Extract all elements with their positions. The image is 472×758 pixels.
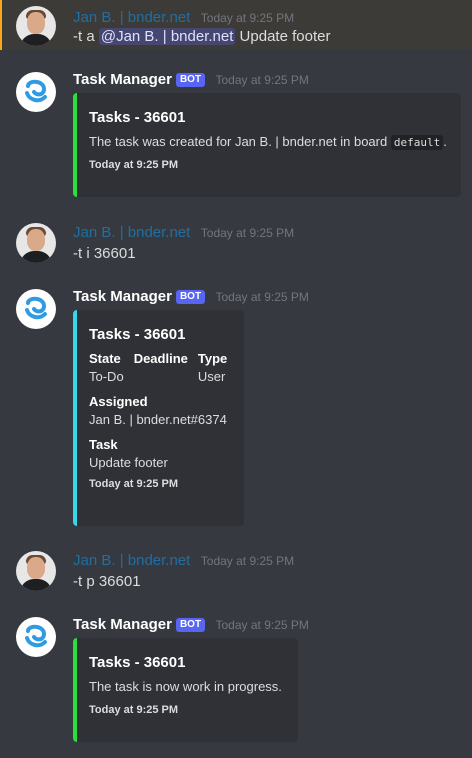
author-name[interactable]: Task Manager	[73, 288, 172, 305]
avatar[interactable]	[16, 223, 56, 263]
message-content: -t p 36601	[73, 573, 141, 590]
author-name[interactable]: Jan B. | bnder.net	[73, 224, 190, 241]
message-bot: Task Manager BOT Today at 9:25 PM Tasks -…	[0, 70, 472, 205]
bot-badge: BOT	[175, 618, 206, 632]
message-bot: Task Manager BOT Today at 9:25 PM Tasks -…	[0, 615, 472, 745]
embed-title: Tasks - 36601	[89, 109, 186, 126]
task-embed: Tasks - 36601 The task was created for J…	[73, 93, 461, 197]
bot-badge: BOT	[175, 290, 206, 304]
embed-title: Tasks - 36601	[89, 654, 186, 671]
embed-text: .	[443, 134, 447, 149]
task-manager-logo-icon[interactable]	[16, 617, 56, 657]
message-text: -t a	[73, 28, 99, 45]
field-deadline: Deadline	[134, 351, 188, 384]
embed-title: Tasks - 36601	[89, 326, 186, 343]
field-value: Jan B. | bnder.net#6374	[89, 412, 227, 427]
message-timestamp: Today at 9:25 PM	[200, 11, 295, 25]
task-manager-logo-icon[interactable]	[16, 72, 56, 112]
message-timestamp: Today at 9:25 PM	[215, 290, 309, 304]
message-mention[interactable]: Jan B. | bnder.net Today at 9:25 PM -t a…	[0, 0, 472, 50]
embed-description: The task was created for Jan B. | bnder.…	[89, 134, 447, 150]
board-code: default	[390, 135, 444, 150]
embed-footer: Today at 9:25 PM	[89, 704, 179, 716]
message-timestamp: Today at 9:25 PM	[215, 618, 309, 632]
field-value: To-Do	[89, 369, 124, 384]
author-name[interactable]: Task Manager	[73, 616, 172, 633]
author-name[interactable]: Jan B. | bnder.net	[73, 552, 190, 569]
field-name: Assigned	[89, 394, 148, 409]
field-name: Deadline	[133, 351, 188, 366]
message-timestamp: Today at 9:25 PM	[215, 73, 309, 87]
author-name[interactable]: Task Manager	[73, 71, 172, 88]
message-bot: Task Manager BOT Today at 9:25 PM Tasks -…	[0, 287, 472, 527]
field-task: Task Update footer	[89, 437, 230, 470]
message-user: Jan B. | bnder.net Today at 9:25 PM -t p…	[0, 550, 472, 595]
task-info-embed: Tasks - 36601 State To-Do Deadline Type …	[73, 310, 244, 526]
field-name: Type	[197, 351, 228, 366]
field-name: State	[89, 351, 121, 366]
chat-log: Jan B. | bnder.net Today at 9:25 PM -t a…	[0, 0, 472, 758]
embed-footer: Today at 9:25 PM	[89, 478, 179, 490]
embed-fields-row: State To-Do Deadline Type User	[89, 351, 230, 384]
avatar[interactable]	[16, 551, 56, 591]
message-content: -t a @Jan B. | bnder.net Update footer	[73, 28, 330, 45]
message-text: Update footer	[235, 28, 331, 45]
message-user: Jan B. | bnder.net Today at 9:25 PM -t i…	[0, 222, 472, 267]
field-value: Update footer	[89, 455, 168, 470]
message-content: -t i 36601	[73, 245, 136, 262]
field-name: Task	[89, 437, 118, 452]
field-type: Type User	[198, 351, 227, 384]
user-mention[interactable]: @Jan B. | bnder.net	[98, 28, 236, 45]
embed-text: The task was created for Jan B. | bnder.…	[89, 134, 391, 149]
field-state: State To-Do	[89, 351, 124, 384]
field-value: User	[197, 369, 226, 384]
avatar[interactable]	[16, 6, 56, 46]
message-timestamp: Today at 9:25 PM	[200, 554, 295, 568]
embed-footer: Today at 9:25 PM	[89, 159, 179, 171]
bot-badge: BOT	[175, 73, 206, 87]
task-embed: Tasks - 36601 The task is now work in pr…	[73, 638, 298, 742]
task-manager-logo-icon[interactable]	[16, 289, 56, 329]
embed-description: The task is now work in progress.	[89, 679, 282, 694]
field-assigned: Assigned Jan B. | bnder.net#6374	[89, 394, 230, 427]
author-name[interactable]: Jan B. | bnder.net	[73, 9, 190, 26]
message-timestamp: Today at 9:25 PM	[200, 226, 295, 240]
